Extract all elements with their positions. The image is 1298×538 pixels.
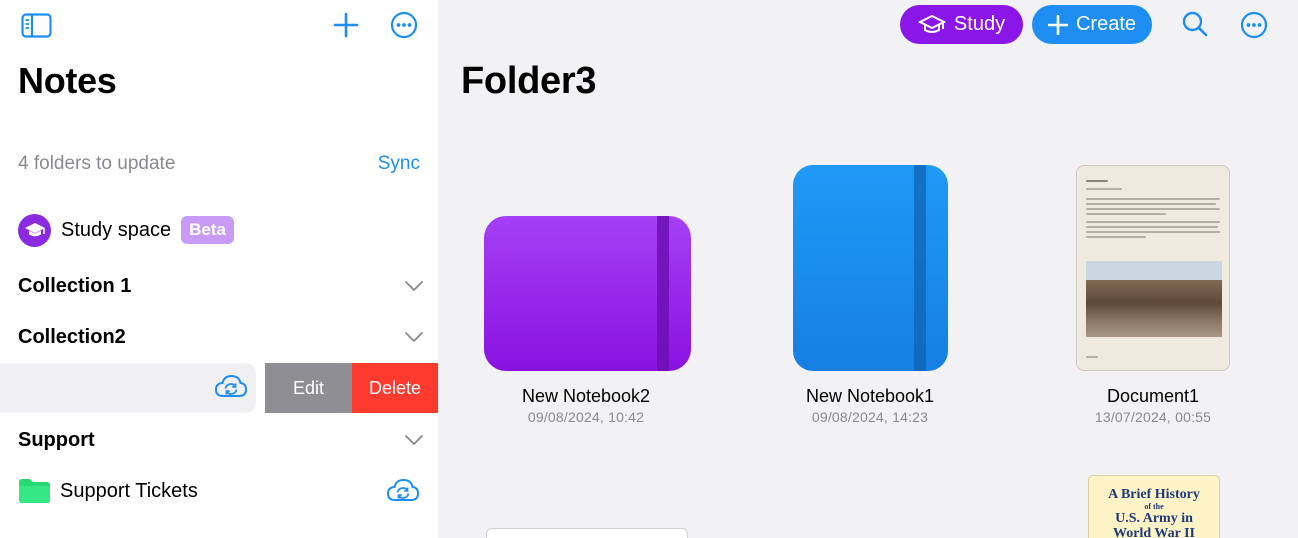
update-status-text: 4 folders to update	[18, 153, 176, 174]
ellipsis-circle-icon	[390, 11, 418, 39]
sidebar-item-study-space[interactable]: Study space Beta	[18, 213, 234, 247]
edit-button[interactable]: Edit	[265, 363, 352, 413]
sidebar-toggle-icon[interactable]	[20, 11, 52, 39]
search-button[interactable]	[1180, 9, 1210, 39]
search-icon	[1182, 11, 1208, 37]
swiped-folder-cell[interactable]	[0, 363, 256, 413]
plus-icon	[1047, 14, 1068, 35]
sketch-thumbnail[interactable]	[486, 528, 688, 538]
section-collection-2[interactable]: Collection2	[18, 322, 424, 352]
folder-icon	[19, 479, 50, 503]
study-button[interactable]: Study	[900, 5, 1023, 44]
notebook-cover-purple[interactable]	[484, 216, 691, 371]
graduation-cap-icon	[18, 213, 51, 247]
document-thumbnail[interactable]	[1076, 165, 1230, 371]
document-date: 13/07/2024, 00:55	[1094, 409, 1212, 425]
chevron-down-icon[interactable]	[404, 280, 424, 292]
book-title-line: of the	[1144, 502, 1164, 511]
document-name[interactable]: Document1	[1043, 386, 1263, 407]
section-label: Support	[18, 428, 95, 451]
notebook-name[interactable]: New Notebook2	[476, 386, 696, 407]
sidebar-more-button[interactable]	[389, 10, 419, 40]
section-collection-1[interactable]: Collection 1	[18, 271, 424, 301]
plus-icon	[333, 12, 359, 38]
chevron-down-icon[interactable]	[404, 434, 424, 446]
folder-title: Folder3	[461, 60, 597, 102]
sidebar-title: Notes	[18, 60, 117, 101]
cloud-sync-icon[interactable]	[214, 374, 248, 405]
beta-badge: Beta	[181, 216, 234, 244]
sidebar-item-support-tickets[interactable]: Support Tickets	[18, 474, 420, 508]
support-tickets-label: Support Tickets	[60, 479, 198, 502]
book-title-line: U.S. Army in	[1115, 511, 1193, 526]
main-content: Study Create Folder3 New Notebook2 09/08…	[438, 0, 1298, 538]
delete-button[interactable]: Delete	[352, 363, 438, 413]
notebook-name[interactable]: New Notebook1	[760, 386, 980, 407]
book-title-line: A Brief History	[1108, 487, 1200, 502]
chevron-down-icon[interactable]	[404, 331, 424, 343]
folders-update-row: 4 folders to update Sync	[18, 152, 420, 176]
ellipsis-circle-icon	[1240, 11, 1268, 39]
add-note-button[interactable]	[331, 10, 361, 40]
section-support[interactable]: Support	[18, 425, 424, 455]
create-button[interactable]: Create	[1032, 5, 1152, 44]
sidebar: Notes 4 folders to update Sync Study spa…	[0, 0, 438, 538]
notebook-cover-blue[interactable]	[793, 165, 948, 371]
book-title-line: World War II	[1113, 526, 1195, 538]
create-button-label: Create	[1075, 13, 1137, 35]
document-photo	[1086, 261, 1222, 337]
study-button-label: Study	[953, 13, 1006, 35]
sidebar-toolbar	[0, 0, 438, 50]
study-space-label: Study space	[61, 218, 172, 241]
cloud-sync-icon[interactable]	[386, 478, 420, 504]
graduation-cap-icon	[917, 14, 946, 33]
notebook-date: 09/08/2024, 14:23	[811, 409, 929, 425]
book-cover-thumbnail[interactable]: A Brief History of the U.S. Army in Worl…	[1088, 475, 1220, 538]
section-label: Collection 1	[18, 274, 132, 297]
notebook-date: 09/08/2024, 10:42	[527, 409, 645, 425]
swiped-folder-row: Edit Delete	[0, 363, 438, 413]
sync-button[interactable]: Sync	[378, 153, 420, 175]
main-more-button[interactable]	[1239, 10, 1269, 40]
section-label: Collection2	[18, 325, 126, 348]
